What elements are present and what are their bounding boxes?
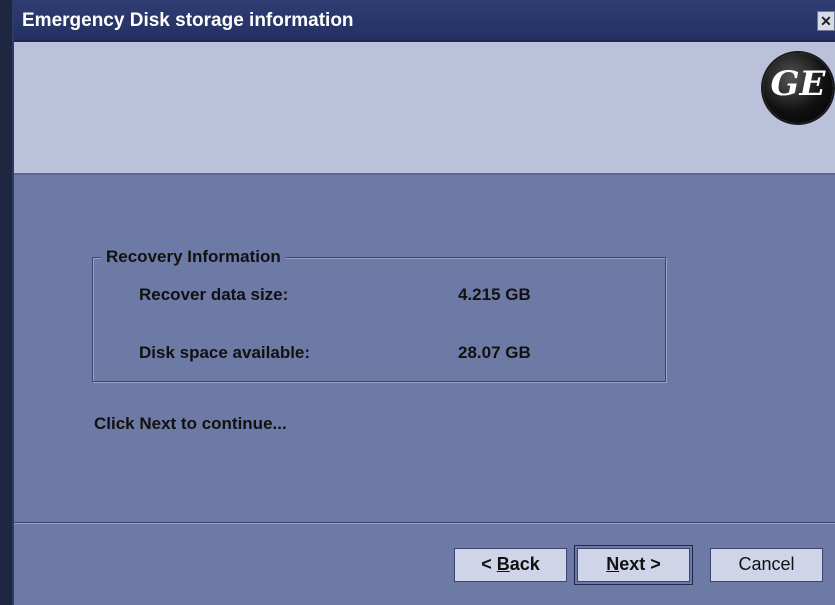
dialog-window: Emergency Disk storage information ✕ GE …: [12, 0, 835, 605]
continue-instruction: Click Next to continue...: [94, 414, 287, 433]
logo-text: GE: [770, 64, 826, 104]
back-button[interactable]: < Back: [454, 548, 567, 582]
recover-data-size-label: Recover data size:: [139, 285, 289, 304]
title-bar[interactable]: Emergency Disk storage information ✕: [14, 0, 835, 42]
close-button[interactable]: ✕: [817, 11, 835, 31]
footer-separator: [14, 522, 835, 524]
back-button-rest: ack: [509, 554, 540, 574]
window-title: Emergency Disk storage information: [22, 10, 354, 31]
disk-space-available-value: 28.07 GB: [458, 343, 531, 362]
header-panel: GE: [14, 42, 835, 175]
next-button[interactable]: Next >: [577, 548, 690, 582]
recover-data-size-value: 4.215 GB: [458, 285, 531, 304]
next-button-rest: ext >: [619, 554, 661, 574]
back-button-mnemonic: B: [496, 554, 510, 574]
cancel-button[interactable]: Cancel: [710, 548, 823, 582]
recovery-information-group: Recovery Information Recover data size: …: [92, 247, 666, 382]
group-label: Recovery Information: [101, 247, 286, 267]
back-button-prefix: <: [481, 554, 497, 574]
ge-logo: GE: [763, 53, 833, 123]
close-icon: ✕: [820, 13, 832, 29]
disk-space-available-label: Disk space available:: [139, 343, 311, 362]
next-button-mnemonic: N: [606, 554, 620, 574]
